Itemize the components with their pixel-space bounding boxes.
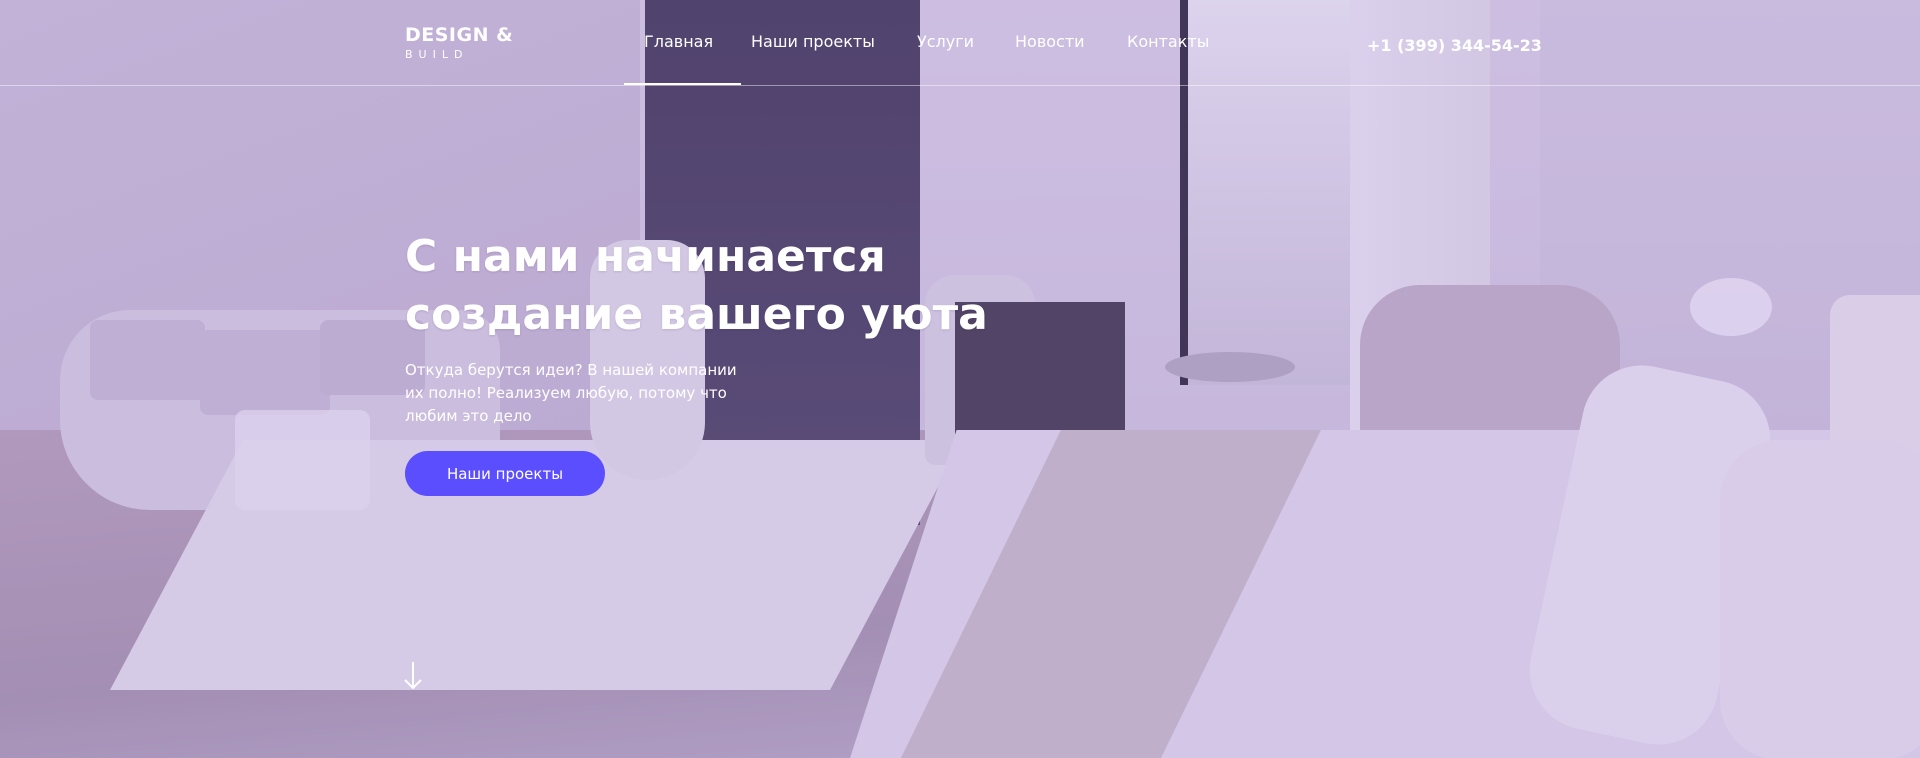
hero-title-line-1: С нами начинается — [405, 231, 886, 282]
hero-subtitle: Откуда берутся идеи? В нашей компании их… — [405, 361, 737, 425]
projects-button[interactable]: Наши проекты — [405, 451, 605, 496]
site-header: DESIGN & BUILD Главная Наши проекты Услу… — [0, 0, 1920, 86]
logo-tagline: BUILD — [405, 48, 469, 61]
arrow-down-icon[interactable] — [402, 660, 424, 692]
nav-item-contacts[interactable]: Контакты — [1127, 32, 1209, 51]
phone-link[interactable]: +1 (399) 344-54-23 — [1367, 36, 1542, 55]
hero-section: DESIGN & BUILD Главная Наши проекты Услу… — [0, 0, 1920, 758]
nav-item-news[interactable]: Новости — [1015, 32, 1085, 51]
logo-name: DESIGN & — [405, 24, 514, 46]
nav-item-services[interactable]: Услуги — [917, 32, 974, 51]
color-overlay — [0, 0, 1920, 758]
nav-item-projects[interactable]: Наши проекты — [751, 32, 875, 51]
hero-title: С нами начинается создание вашего уюта — [405, 228, 1025, 344]
hero-title-line-2: создание вашего уюта — [405, 289, 988, 340]
logo[interactable]: DESIGN & BUILD — [405, 24, 513, 61]
nav-item-home[interactable]: Главная — [623, 32, 742, 85]
